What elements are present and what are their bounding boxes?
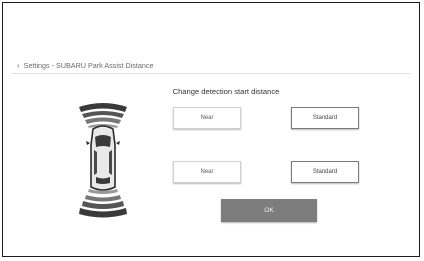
page-title: Change detection start distance — [172, 87, 280, 96]
car-sensor-illustration — [79, 103, 127, 218]
front-sensor-zones — [79, 103, 127, 128]
screen-frame: ‹ Settings - SUBARU Park Assist Distance… — [2, 2, 420, 257]
front-standard-button[interactable]: Standard — [291, 107, 359, 129]
rear-sensor-zones — [79, 189, 127, 218]
rear-standard-button[interactable]: Standard — [291, 161, 359, 183]
header-divider — [11, 73, 411, 74]
breadcrumb-text: Settings - SUBARU Park Assist Distance — [23, 61, 154, 70]
breadcrumb[interactable]: ‹ Settings - SUBARU Park Assist Distance — [17, 61, 154, 70]
car-icon — [86, 125, 120, 191]
rear-near-button[interactable]: Near — [173, 161, 241, 183]
ok-button[interactable]: OK — [221, 199, 317, 222]
chevron-left-icon[interactable]: ‹ — [17, 61, 20, 70]
front-near-button[interactable]: Near — [173, 107, 241, 129]
